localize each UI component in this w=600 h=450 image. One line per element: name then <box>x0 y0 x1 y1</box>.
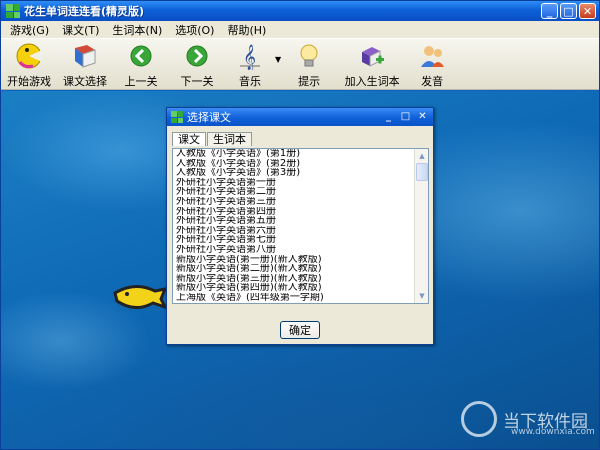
start-game-label: 开始游戏 <box>7 75 51 88</box>
menu-lesson[interactable]: 课文(T) <box>53 22 103 38</box>
list-item[interactable]: 外研社小学英语第五册 <box>173 216 413 226</box>
watermark-url: www.downxia.com <box>511 427 595 437</box>
list-item[interactable]: 外研社小学英语第二册 <box>173 187 413 197</box>
ok-button[interactable]: 确定 <box>280 321 320 339</box>
dialog-maximize-button[interactable]: □ <box>398 109 413 124</box>
people-speak-icon <box>418 42 446 70</box>
book-icon <box>71 42 99 70</box>
start-game-button[interactable]: 开始游戏 <box>1 39 57 89</box>
next-level-label: 下一关 <box>180 75 214 88</box>
add-to-wordbook-button[interactable]: 加入生词本 <box>337 39 407 89</box>
arrow-left-icon <box>127 42 155 70</box>
dialog-logo-icon <box>171 111 183 123</box>
list-item[interactable]: 新版小学英语(第四册)(新人教版) <box>173 283 413 293</box>
menu-help[interactable]: 帮助(H) <box>218 22 270 38</box>
list-item[interactable]: 外研社小学英语第一册 <box>173 178 413 188</box>
lightbulb-icon <box>295 42 323 70</box>
add-to-wordbook-label: 加入生词本 <box>344 75 400 88</box>
list-item[interactable]: 新版小学英语(第三册)(新人教版) <box>173 274 413 284</box>
pronounce-label: 发音 <box>421 75 444 88</box>
list-item[interactable]: 人教版《小学英语》(第2册) <box>173 159 413 169</box>
menu-game[interactable]: 游戏(G) <box>1 22 53 38</box>
select-lesson-dialog: 选择课文 _ □ ✕ 课文 生词本 人教版《小学英语》(第1册) 人教版《小学英… <box>166 107 434 345</box>
list-scrollbar[interactable]: ▲ ▼ <box>414 149 428 303</box>
tab-lessons[interactable]: 课文 <box>172 132 206 146</box>
minimize-button[interactable]: _ <box>541 3 558 19</box>
prev-level-button[interactable]: 上一关 <box>113 39 169 89</box>
list-item[interactable]: 外研社小学英语第七册 <box>173 235 413 245</box>
list-item[interactable]: 外研社小学英语第八册 <box>173 245 413 255</box>
pronounce-button[interactable]: 发音 <box>407 39 457 89</box>
list-item[interactable]: 人教版《小学英语》(第3册) <box>173 168 413 178</box>
next-level-button[interactable]: 下一关 <box>169 39 225 89</box>
dialog-title: 选择课文 <box>187 111 231 124</box>
hint-label: 提示 <box>298 75 321 88</box>
window-title: 花生单词连连看(精灵版) <box>24 5 145 18</box>
list-item[interactable]: 上海版《英语》(四年级第一学期) <box>173 293 413 303</box>
dialog-title-bar[interactable]: 选择课文 _ □ ✕ <box>167 108 433 126</box>
watermark-logo-icon <box>461 401 497 437</box>
list-item[interactable]: 新版小学英语(第二册)(新人教版) <box>173 264 413 274</box>
menu-options[interactable]: 选项(O) <box>166 22 218 38</box>
scroll-thumb[interactable] <box>416 163 428 181</box>
lesson-list[interactable]: 人教版《小学英语》(第1册) 人教版《小学英语》(第2册) 人教版《小学英语》(… <box>172 148 429 304</box>
prev-level-label: 上一关 <box>124 75 158 88</box>
dialog-close-button[interactable]: ✕ <box>415 109 430 124</box>
list-item[interactable]: 外研社小学英语第四册 <box>173 207 413 217</box>
menu-bar: 游戏(G) 课文(T) 生词本(N) 选项(O) 帮助(H) <box>1 21 599 39</box>
fish-decoration-icon <box>113 285 168 310</box>
lesson-select-button[interactable]: 课文选择 <box>57 39 113 89</box>
title-bar[interactable]: 花生单词连连看(精灵版) _ □ ✕ <box>1 1 599 21</box>
list-item[interactable]: 外研社小学英语第三册 <box>173 197 413 207</box>
music-label: 音乐 <box>239 75 261 88</box>
list-item[interactable]: 新版小学英语(第一册)(新人教版) <box>173 255 413 265</box>
add-book-icon <box>358 42 386 70</box>
menu-wordbook[interactable]: 生词本(N) <box>103 22 166 38</box>
tab-wordbook[interactable]: 生词本 <box>207 132 252 146</box>
music-button[interactable]: 𝄞 音乐 <box>225 39 275 89</box>
hint-button[interactable]: 提示 <box>281 39 337 89</box>
maximize-button[interactable]: □ <box>560 3 577 19</box>
list-item[interactable]: 人教版《小学英语》(第1册) <box>173 149 413 159</box>
list-item[interactable]: 外研社小学英语第六册 <box>173 226 413 236</box>
scroll-down-button[interactable]: ▼ <box>416 290 428 302</box>
close-button[interactable]: ✕ <box>579 3 596 19</box>
app-logo-icon <box>6 4 20 18</box>
pacman-icon <box>15 42 43 70</box>
arrow-right-icon <box>183 42 211 70</box>
lesson-select-label: 课文选择 <box>63 75 107 88</box>
toolbar: 开始游戏 课文选择 上一关 下一关 𝄞 音乐 ▼ 提示 加入生词本 发音 <box>1 39 599 90</box>
music-note-icon: 𝄞 <box>236 42 264 70</box>
scroll-up-button[interactable]: ▲ <box>416 150 428 162</box>
dialog-minimize-button[interactable]: _ <box>381 109 396 124</box>
dialog-tabs: 课文 生词本 <box>172 132 253 146</box>
